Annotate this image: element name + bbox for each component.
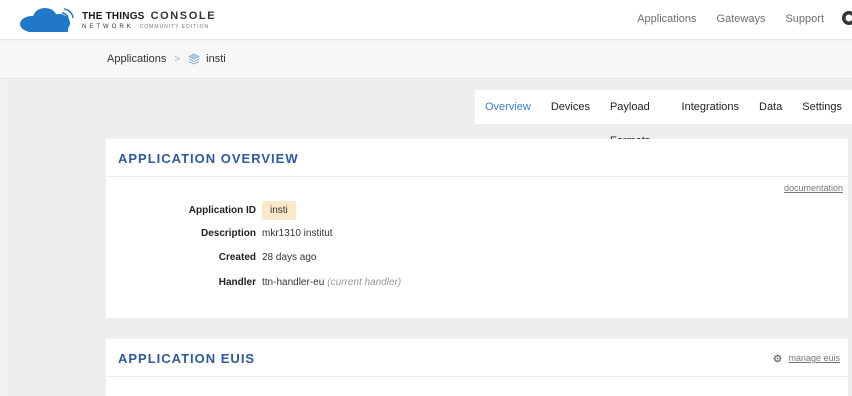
created-label: Created	[218, 252, 256, 263]
card-header: APPLICATION EUIS manage euis	[106, 339, 848, 377]
documentation-link[interactable]: documentation	[784, 183, 843, 193]
application-euis-card: APPLICATION EUIS manage euis	[106, 339, 848, 396]
tab-payload-formats[interactable]: Payload Formats	[600, 90, 672, 147]
card-header: APPLICATION OVERVIEW	[106, 139, 848, 177]
breadcrumb: Applications > insti	[107, 53, 226, 65]
brand-console: CONSOLE	[150, 9, 217, 22]
handler-label: Handler	[218, 277, 256, 288]
brand-name: THE THINGS	[82, 10, 145, 22]
application-overview-card: APPLICATION OVERVIEW documentation Appli…	[106, 139, 848, 318]
euis-title: APPLICATION EUIS	[118, 351, 256, 366]
overview-title: APPLICATION OVERVIEW	[118, 151, 299, 166]
nav-gateways[interactable]: Gateways	[717, 13, 766, 25]
ttn-cloud-logo-icon	[20, 8, 74, 32]
manage-euis-link[interactable]: manage euis	[773, 353, 840, 363]
description-value: mkr1310 institut	[262, 228, 333, 239]
gear-icon	[773, 353, 783, 363]
description-label: Description	[200, 228, 256, 239]
description-row: Description mkr1310 institut	[106, 228, 333, 239]
top-header: THE THINGS CONSOLE NETWORK COMMUNITY EDITI…	[0, 0, 852, 40]
handler-value: ttn-handler-eu	[262, 277, 325, 288]
application-id-label: Application ID	[188, 205, 256, 216]
handler-note: (current handler)	[327, 277, 402, 288]
breadcrumb-separator: >	[174, 53, 181, 65]
application-id-row: Application ID insti	[106, 201, 296, 220]
handler-row: Handler ttn-handler-eu (current handler)	[106, 277, 401, 288]
tab-overview[interactable]: Overview	[475, 90, 541, 124]
top-nav: Applications Gateways Support	[637, 13, 824, 25]
tab-integrations[interactable]: Integrations	[672, 90, 749, 124]
brand-edition: COMMUNITY EDITION	[139, 23, 210, 30]
breadcrumb-applications[interactable]: Applications	[107, 53, 166, 65]
application-id-badge: insti	[262, 201, 296, 220]
ttn-logo[interactable]: THE THINGS CONSOLE NETWORK COMMUNITY EDITI…	[18, 7, 216, 33]
nav-support[interactable]: Support	[785, 13, 824, 25]
brand-network: NETWORK	[82, 23, 134, 30]
application-tabs: Overview Devices Payload Formats Integra…	[475, 90, 852, 147]
created-row: Created 28 days ago	[106, 252, 317, 263]
tab-settings[interactable]: Settings	[792, 90, 852, 124]
tab-devices[interactable]: Devices	[541, 90, 600, 124]
breadcrumb-current[interactable]: insti	[206, 53, 226, 65]
user-avatar-icon[interactable]	[840, 10, 852, 28]
application-stack-icon	[188, 53, 200, 65]
created-value: 28 days ago	[262, 252, 317, 263]
manage-euis-label[interactable]: manage euis	[788, 353, 840, 363]
breadcrumb-bar: Applications > insti	[0, 41, 852, 79]
tab-data[interactable]: Data	[749, 90, 792, 124]
nav-applications[interactable]: Applications	[637, 13, 696, 25]
